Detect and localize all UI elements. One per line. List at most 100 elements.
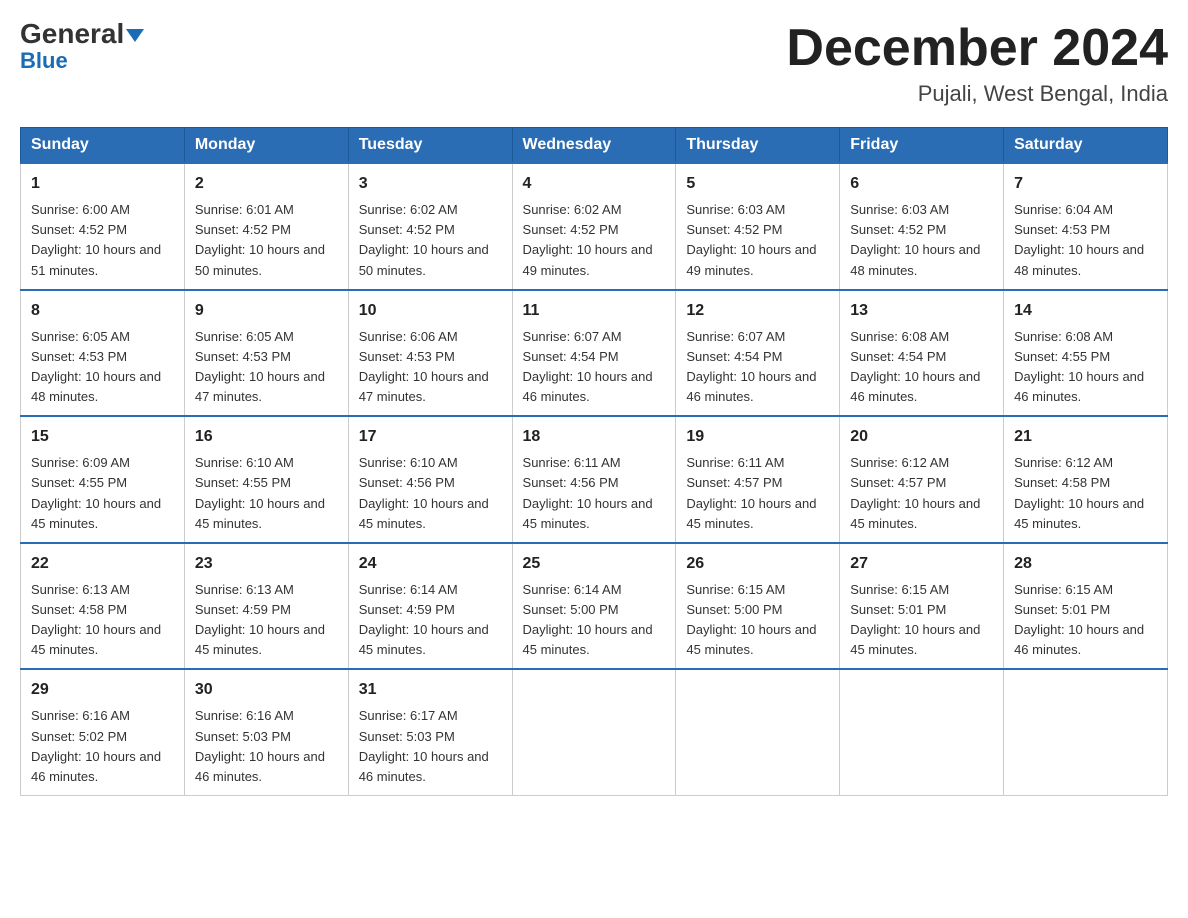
calendar-header-row: SundayMondayTuesdayWednesdayThursdayFrid… [21, 128, 1168, 164]
day-number: 4 [523, 172, 666, 196]
day-number: 24 [359, 552, 502, 576]
day-info: Sunrise: 6:04 AMSunset: 4:53 PMDaylight:… [1014, 202, 1144, 277]
day-info: Sunrise: 6:03 AMSunset: 4:52 PMDaylight:… [850, 202, 980, 277]
day-number: 23 [195, 552, 338, 576]
day-info: Sunrise: 6:06 AMSunset: 4:53 PMDaylight:… [359, 329, 489, 404]
location-title: Pujali, West Bengal, India [786, 81, 1168, 107]
day-info: Sunrise: 6:07 AMSunset: 4:54 PMDaylight:… [686, 329, 816, 404]
day-info: Sunrise: 6:03 AMSunset: 4:52 PMDaylight:… [686, 202, 816, 277]
day-info: Sunrise: 6:16 AMSunset: 5:02 PMDaylight:… [31, 708, 161, 783]
calendar-cell [840, 669, 1004, 795]
calendar-cell: 14 Sunrise: 6:08 AMSunset: 4:55 PMDaylig… [1004, 290, 1168, 417]
calendar-table: SundayMondayTuesdayWednesdayThursdayFrid… [20, 127, 1168, 796]
calendar-cell: 8 Sunrise: 6:05 AMSunset: 4:53 PMDayligh… [21, 290, 185, 417]
calendar-cell [1004, 669, 1168, 795]
calendar-cell: 15 Sunrise: 6:09 AMSunset: 4:55 PMDaylig… [21, 416, 185, 543]
week-row-3: 15 Sunrise: 6:09 AMSunset: 4:55 PMDaylig… [21, 416, 1168, 543]
calendar-cell: 3 Sunrise: 6:02 AMSunset: 4:52 PMDayligh… [348, 163, 512, 290]
calendar-cell: 4 Sunrise: 6:02 AMSunset: 4:52 PMDayligh… [512, 163, 676, 290]
day-info: Sunrise: 6:14 AMSunset: 4:59 PMDaylight:… [359, 582, 489, 657]
calendar-cell [512, 669, 676, 795]
col-header-tuesday: Tuesday [348, 128, 512, 164]
logo-text-line2: Blue [20, 48, 68, 74]
day-number: 2 [195, 172, 338, 196]
day-info: Sunrise: 6:02 AMSunset: 4:52 PMDaylight:… [523, 202, 653, 277]
day-info: Sunrise: 6:11 AMSunset: 4:57 PMDaylight:… [686, 455, 816, 530]
day-info: Sunrise: 6:16 AMSunset: 5:03 PMDaylight:… [195, 708, 325, 783]
day-number: 16 [195, 425, 338, 449]
day-number: 25 [523, 552, 666, 576]
calendar-cell: 26 Sunrise: 6:15 AMSunset: 5:00 PMDaylig… [676, 543, 840, 670]
col-header-monday: Monday [184, 128, 348, 164]
day-number: 6 [850, 172, 993, 196]
calendar-cell: 2 Sunrise: 6:01 AMSunset: 4:52 PMDayligh… [184, 163, 348, 290]
calendar-cell: 5 Sunrise: 6:03 AMSunset: 4:52 PMDayligh… [676, 163, 840, 290]
col-header-sunday: Sunday [21, 128, 185, 164]
calendar-cell: 27 Sunrise: 6:15 AMSunset: 5:01 PMDaylig… [840, 543, 1004, 670]
col-header-friday: Friday [840, 128, 1004, 164]
day-number: 21 [1014, 425, 1157, 449]
col-header-wednesday: Wednesday [512, 128, 676, 164]
day-number: 18 [523, 425, 666, 449]
col-header-thursday: Thursday [676, 128, 840, 164]
calendar-cell: 25 Sunrise: 6:14 AMSunset: 5:00 PMDaylig… [512, 543, 676, 670]
day-info: Sunrise: 6:02 AMSunset: 4:52 PMDaylight:… [359, 202, 489, 277]
week-row-1: 1 Sunrise: 6:00 AMSunset: 4:52 PMDayligh… [21, 163, 1168, 290]
week-row-2: 8 Sunrise: 6:05 AMSunset: 4:53 PMDayligh… [21, 290, 1168, 417]
calendar-cell: 9 Sunrise: 6:05 AMSunset: 4:53 PMDayligh… [184, 290, 348, 417]
calendar-cell: 18 Sunrise: 6:11 AMSunset: 4:56 PMDaylig… [512, 416, 676, 543]
page-header: General Blue December 2024 Pujali, West … [20, 20, 1168, 107]
day-info: Sunrise: 6:09 AMSunset: 4:55 PMDaylight:… [31, 455, 161, 530]
day-number: 9 [195, 299, 338, 323]
calendar-cell: 29 Sunrise: 6:16 AMSunset: 5:02 PMDaylig… [21, 669, 185, 795]
day-number: 10 [359, 299, 502, 323]
day-info: Sunrise: 6:11 AMSunset: 4:56 PMDaylight:… [523, 455, 653, 530]
day-info: Sunrise: 6:15 AMSunset: 5:01 PMDaylight:… [850, 582, 980, 657]
day-number: 8 [31, 299, 174, 323]
week-row-4: 22 Sunrise: 6:13 AMSunset: 4:58 PMDaylig… [21, 543, 1168, 670]
calendar-cell: 16 Sunrise: 6:10 AMSunset: 4:55 PMDaylig… [184, 416, 348, 543]
day-info: Sunrise: 6:05 AMSunset: 4:53 PMDaylight:… [195, 329, 325, 404]
day-info: Sunrise: 6:14 AMSunset: 5:00 PMDaylight:… [523, 582, 653, 657]
day-info: Sunrise: 6:10 AMSunset: 4:56 PMDaylight:… [359, 455, 489, 530]
day-number: 15 [31, 425, 174, 449]
calendar-cell: 24 Sunrise: 6:14 AMSunset: 4:59 PMDaylig… [348, 543, 512, 670]
calendar-cell: 1 Sunrise: 6:00 AMSunset: 4:52 PMDayligh… [21, 163, 185, 290]
day-number: 14 [1014, 299, 1157, 323]
day-number: 17 [359, 425, 502, 449]
day-info: Sunrise: 6:07 AMSunset: 4:54 PMDaylight:… [523, 329, 653, 404]
week-row-5: 29 Sunrise: 6:16 AMSunset: 5:02 PMDaylig… [21, 669, 1168, 795]
day-info: Sunrise: 6:08 AMSunset: 4:55 PMDaylight:… [1014, 329, 1144, 404]
calendar-cell: 22 Sunrise: 6:13 AMSunset: 4:58 PMDaylig… [21, 543, 185, 670]
day-info: Sunrise: 6:15 AMSunset: 5:01 PMDaylight:… [1014, 582, 1144, 657]
calendar-cell: 7 Sunrise: 6:04 AMSunset: 4:53 PMDayligh… [1004, 163, 1168, 290]
day-info: Sunrise: 6:15 AMSunset: 5:00 PMDaylight:… [686, 582, 816, 657]
day-number: 22 [31, 552, 174, 576]
day-info: Sunrise: 6:00 AMSunset: 4:52 PMDaylight:… [31, 202, 161, 277]
col-header-saturday: Saturday [1004, 128, 1168, 164]
day-info: Sunrise: 6:12 AMSunset: 4:58 PMDaylight:… [1014, 455, 1144, 530]
day-number: 20 [850, 425, 993, 449]
day-number: 27 [850, 552, 993, 576]
day-number: 29 [31, 678, 174, 702]
day-number: 12 [686, 299, 829, 323]
calendar-cell: 21 Sunrise: 6:12 AMSunset: 4:58 PMDaylig… [1004, 416, 1168, 543]
day-number: 5 [686, 172, 829, 196]
day-info: Sunrise: 6:12 AMSunset: 4:57 PMDaylight:… [850, 455, 980, 530]
day-number: 11 [523, 299, 666, 323]
day-number: 3 [359, 172, 502, 196]
day-number: 31 [359, 678, 502, 702]
day-number: 13 [850, 299, 993, 323]
calendar-cell: 17 Sunrise: 6:10 AMSunset: 4:56 PMDaylig… [348, 416, 512, 543]
day-info: Sunrise: 6:01 AMSunset: 4:52 PMDaylight:… [195, 202, 325, 277]
day-info: Sunrise: 6:13 AMSunset: 4:59 PMDaylight:… [195, 582, 325, 657]
calendar-cell: 19 Sunrise: 6:11 AMSunset: 4:57 PMDaylig… [676, 416, 840, 543]
calendar-cell: 13 Sunrise: 6:08 AMSunset: 4:54 PMDaylig… [840, 290, 1004, 417]
title-block: December 2024 Pujali, West Bengal, India [786, 20, 1168, 107]
logo: General Blue [20, 20, 144, 74]
calendar-cell: 31 Sunrise: 6:17 AMSunset: 5:03 PMDaylig… [348, 669, 512, 795]
month-title: December 2024 [786, 20, 1168, 77]
day-info: Sunrise: 6:17 AMSunset: 5:03 PMDaylight:… [359, 708, 489, 783]
calendar-cell: 6 Sunrise: 6:03 AMSunset: 4:52 PMDayligh… [840, 163, 1004, 290]
calendar-cell: 11 Sunrise: 6:07 AMSunset: 4:54 PMDaylig… [512, 290, 676, 417]
